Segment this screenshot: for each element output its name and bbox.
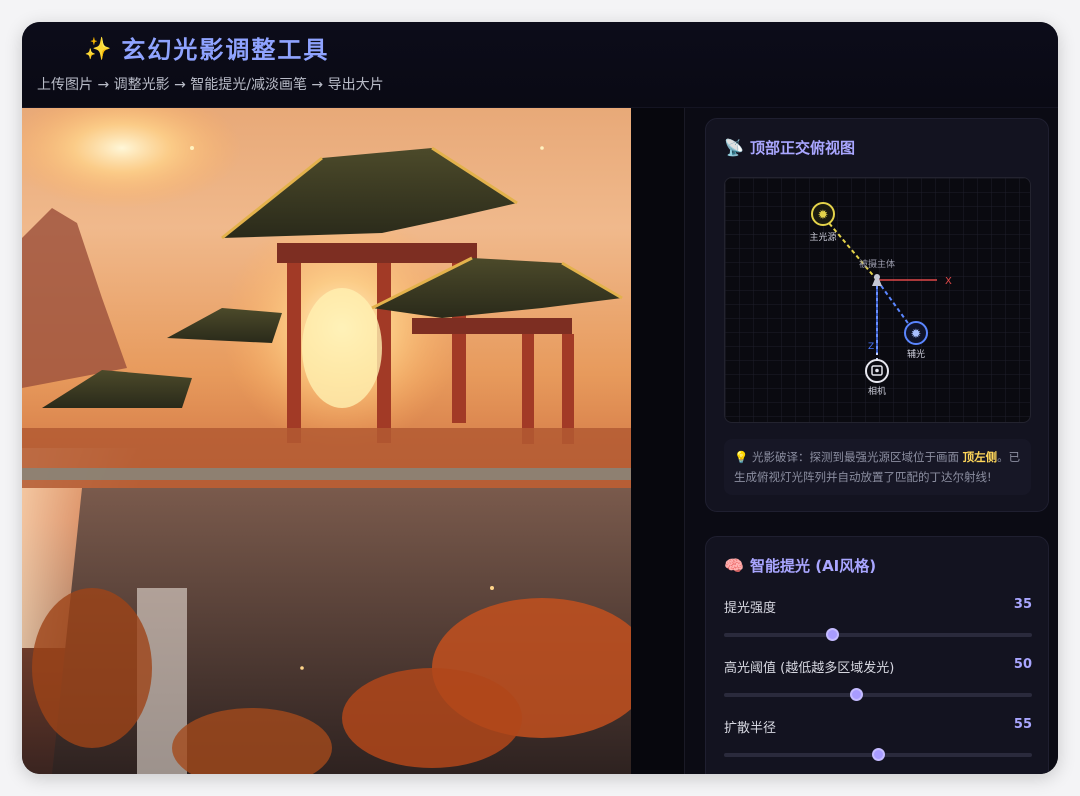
hint-prefix: 光影破译：探测到最强光源区域位于画面: [751, 450, 959, 464]
title-row: ✨ 玄幻光影调整工具: [84, 34, 329, 66]
topview-card-header: 📡 顶部正交俯视图: [724, 137, 855, 158]
smart-light-card: 🧠 智能提光 (AI风格) 提光强度 35 高光阈值 (越低越多区域发光) 50…: [705, 536, 1049, 774]
right-panel: 📡 顶部正交俯视图 X Z ✹ 主光源 被摄主体 ✹ 辅光 相机 💡 光影破译：…: [685, 108, 1058, 774]
topview-canvas[interactable]: X Z ✹ 主光源 被摄主体 ✹ 辅光 相机: [724, 177, 1031, 423]
brain-icon: 🧠: [724, 556, 744, 575]
slider-label: 提光强度: [724, 601, 777, 616]
slider-thumb[interactable]: [825, 628, 839, 641]
subject-label: 被摄主体: [859, 258, 895, 270]
slider-light-intensity: 提光强度 35: [724, 597, 1032, 641]
topview-card: 📡 顶部正交俯视图 X Z ✹ 主光源 被摄主体 ✹ 辅光 相机 💡 光影破译：…: [705, 118, 1049, 512]
slider-label: 扩散半径: [724, 721, 777, 736]
slider-value: 50: [1013, 657, 1032, 672]
camera-icon[interactable]: [865, 359, 889, 383]
workflow-subtitle: 上传图片 → 调整光影 → 智能提光/减淡画笔 → 导出大片: [37, 77, 384, 93]
fill-light-icon[interactable]: ✹: [904, 321, 928, 345]
slider-thumb[interactable]: [850, 688, 864, 701]
hint-highlight: 顶左侧: [962, 450, 998, 464]
app-title: 玄幻光影调整工具: [121, 36, 330, 64]
topview-diagram: X Z ✹ 主光源 被摄主体 ✹ 辅光 相机: [725, 178, 1030, 422]
image-canvas[interactable]: [22, 108, 631, 774]
slider-value: 35: [1013, 597, 1032, 612]
z-axis-label: Z: [868, 342, 874, 352]
x-axis-label: X: [945, 276, 952, 287]
main-light-label: 主光源: [809, 231, 836, 243]
panel-gutter: [631, 108, 685, 774]
slider-highlight-threshold: 高光阈值 (越低越多区域发光) 50: [724, 657, 1032, 701]
smart-light-card-header: 🧠 智能提光 (AI风格): [724, 555, 876, 576]
app-window: ✨ 玄幻光影调整工具 上传图片 → 调整光影 → 智能提光/减淡画笔 → 导出大…: [22, 22, 1058, 774]
svg-text:✹: ✹: [911, 327, 922, 342]
fill-light-label: 辅光: [907, 348, 925, 360]
fantasy-palace-image: [22, 108, 631, 774]
slider-track[interactable]: [724, 628, 1032, 641]
satellite-icon: 📡: [724, 138, 744, 157]
lighting-hint: 💡 光影破译：探测到最强光源区域位于画面 顶左侧。已生成俯视灯光阵列并自动放置了…: [724, 439, 1031, 495]
bulb-icon: 💡: [734, 450, 749, 464]
slider-label: 高光阈值 (越低越多区域发光): [724, 661, 895, 676]
slider-value: 55: [1013, 717, 1032, 732]
smart-light-title: 智能提光 (AI风格): [750, 557, 877, 575]
topview-title: 顶部正交俯视图: [750, 139, 856, 157]
app-header: ✨ 玄幻光影调整工具 上传图片 → 调整光影 → 智能提光/减淡画笔 → 导出大…: [22, 22, 1058, 108]
sparkle-icon: ✨: [84, 37, 112, 62]
slider-thumb[interactable]: [872, 748, 885, 761]
slider-track[interactable]: [724, 688, 1032, 701]
slider-track[interactable]: [724, 748, 1032, 761]
svg-text:✹: ✹: [818, 208, 829, 223]
main-light-icon[interactable]: ✹: [811, 202, 835, 226]
slider-diffusion-radius: 扩散半径 55: [724, 717, 1032, 761]
camera-label: 相机: [868, 385, 886, 397]
